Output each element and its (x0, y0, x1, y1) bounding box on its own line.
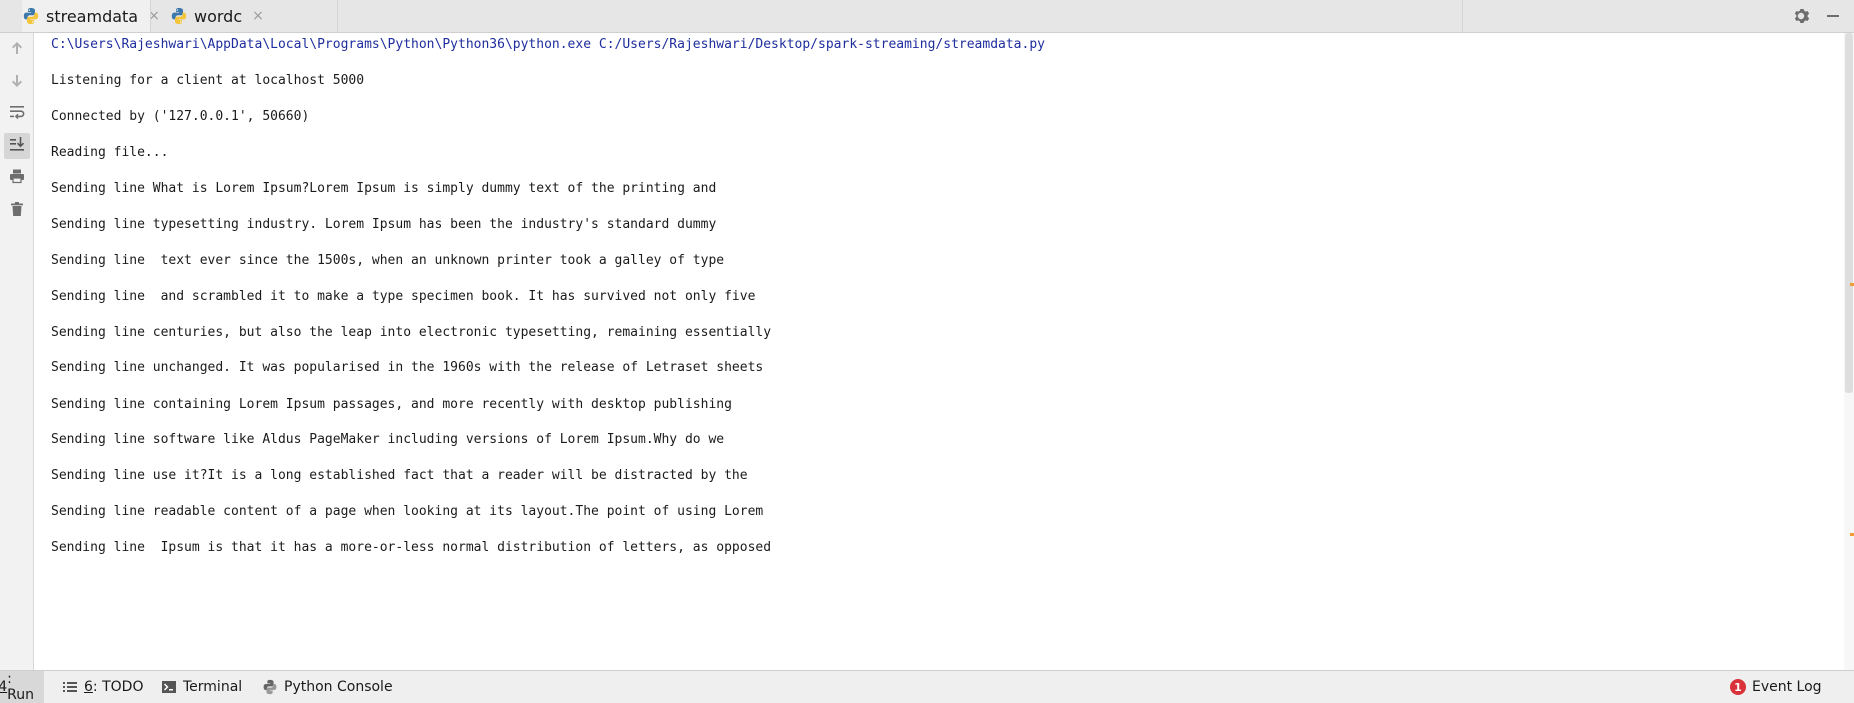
tab-bar-tools (1790, 0, 1854, 32)
console-line: Sending line text ever since the 1500s, … (51, 253, 725, 268)
console-line: Sending line centuries, but also the lea… (51, 325, 772, 340)
console-line: Listening for a client at localhost 5000 (51, 73, 365, 88)
terminal-tool-button[interactable]: Terminal (161, 671, 242, 703)
console-line: Reading file... (51, 145, 169, 160)
scrollbar-marker (1850, 533, 1854, 536)
tab-close-icon[interactable]: × (252, 8, 264, 24)
tab-label: streamdata (46, 6, 139, 26)
tab-divider (1462, 0, 1463, 32)
python-file-icon (170, 7, 188, 25)
todo-shortcut: 6 (84, 679, 93, 695)
tab-streamdata[interactable]: streamdata × (22, 0, 160, 32)
event-log-label: Event Log (1752, 679, 1822, 695)
minimize-icon[interactable] (1822, 5, 1844, 27)
tab-divider (337, 0, 338, 32)
soft-wrap-button[interactable] (4, 101, 30, 127)
console-line: Sending line software like Aldus PageMak… (51, 432, 725, 447)
gear-icon[interactable] (1790, 5, 1812, 27)
tab-label: wordc (194, 6, 243, 26)
print-icon (8, 167, 26, 189)
up-button[interactable] (4, 37, 30, 63)
console-line: Sending line and scrambled it to make a … (51, 289, 756, 304)
python-console-label: Python Console (284, 679, 393, 695)
list-icon (62, 679, 78, 695)
scroll-to-end-icon (8, 135, 26, 157)
console-line: Sending line readable content of a page … (51, 504, 764, 519)
console-line: Sending line unchanged. It was popularis… (51, 360, 764, 375)
arrow-down-icon (9, 73, 25, 93)
clear-all-button[interactable] (4, 198, 30, 224)
run-tool-window-toolbar (0, 33, 34, 670)
event-count-badge: 1 (1730, 679, 1746, 695)
event-log-tool-button[interactable]: 1 Event Log (1730, 671, 1822, 703)
scrollbar-thumb[interactable] (1845, 33, 1853, 393)
console-scrollbar[interactable] (1844, 33, 1854, 670)
tab-wordc[interactable]: wordc × (170, 0, 280, 32)
run-label: : Run (7, 671, 35, 703)
arrow-up-icon (9, 40, 25, 60)
todo-tool-button[interactable]: 6: TODO (62, 671, 143, 703)
terminal-icon (161, 679, 177, 695)
soft-wrap-icon (8, 103, 26, 125)
console-line: Sending line containing Lorem Ipsum pass… (51, 397, 732, 412)
trash-icon (8, 200, 26, 222)
python-console-tool-button[interactable]: Python Console (262, 671, 393, 703)
tab-divider (150, 0, 151, 32)
editor-tab-bar: streamdata × wordc × (0, 0, 1854, 33)
console-line: Sending line typesetting industry. Lorem… (51, 217, 717, 232)
terminal-label: Terminal (183, 679, 243, 695)
scroll-to-end-button[interactable] (4, 133, 30, 159)
python-file-icon (22, 7, 40, 25)
ide-window: streamdata × wordc × C:\Users\Rajeshwari… (0, 0, 1854, 703)
python-console-icon (262, 679, 278, 695)
scrollbar-marker (1850, 283, 1854, 286)
console-line: Connected by ('127.0.0.1', 50660) (51, 109, 310, 124)
todo-label: : TODO (92, 679, 144, 695)
run-shortcut: 4 (0, 679, 8, 695)
tool-window-bar: 4: Run 6: TODO Terminal Python Console 1… (0, 670, 1854, 703)
console-output[interactable]: C:\Users\Rajeshwari\AppData\Local\Progra… (34, 33, 1844, 670)
down-button[interactable] (4, 70, 30, 96)
run-tool-button[interactable]: 4: Run (0, 671, 44, 703)
print-button[interactable] (4, 165, 30, 191)
console-line: Sending line What is Lorem Ipsum?Lorem I… (51, 181, 717, 196)
console-line: Sending line use it?It is a long establi… (51, 468, 748, 483)
console-line: Sending line Ipsum is that it has a more… (51, 540, 772, 555)
console-command-line: C:\Users\Rajeshwari\AppData\Local\Progra… (51, 37, 1045, 52)
